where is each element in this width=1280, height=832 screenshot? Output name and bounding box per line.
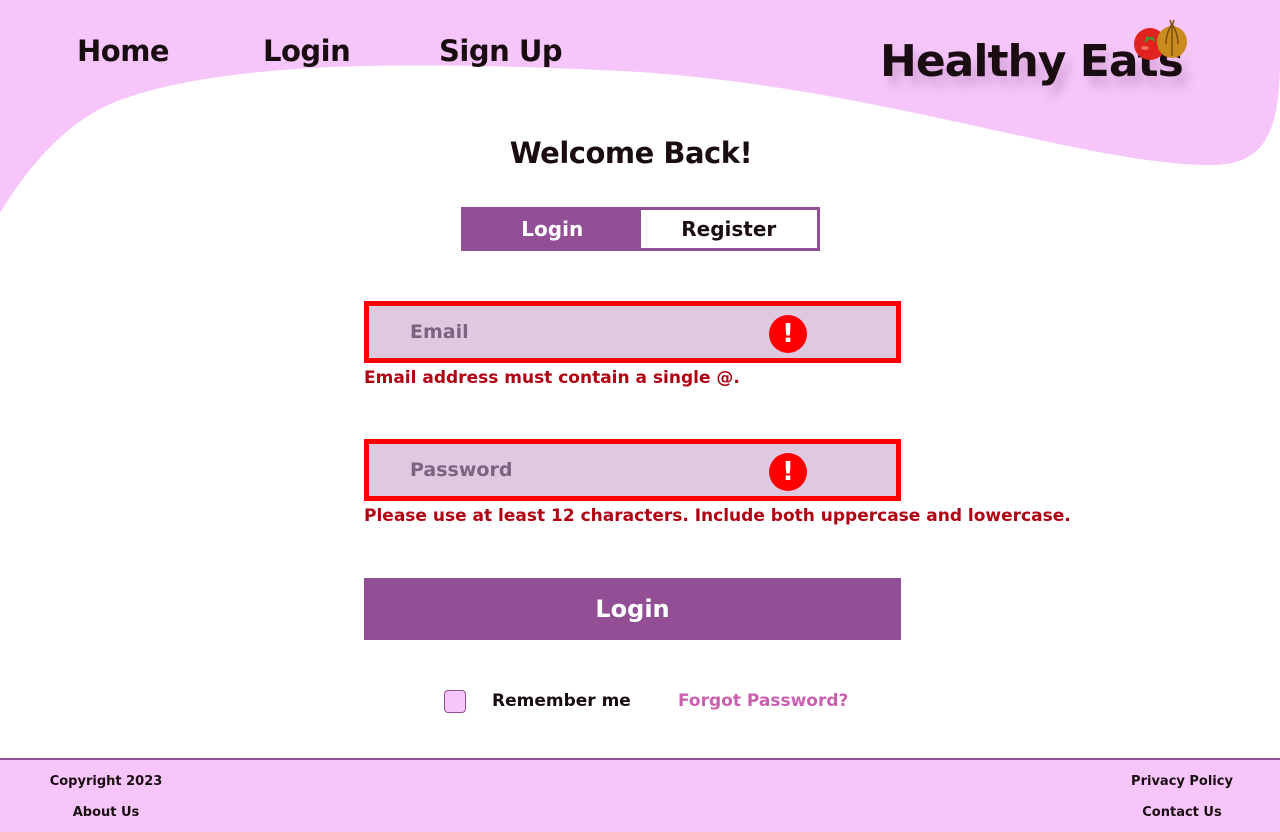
remember-me-label: Remember me bbox=[492, 691, 631, 711]
email-error-icon: ! bbox=[769, 315, 807, 353]
nav-login-link[interactable]: Login bbox=[263, 34, 351, 68]
login-submit-button[interactable]: Login bbox=[364, 578, 901, 640]
auth-tabs: Login Register bbox=[461, 207, 820, 251]
tab-register[interactable]: Register bbox=[640, 210, 817, 248]
nav-home-link[interactable]: Home bbox=[77, 34, 170, 68]
password-error-icon: ! bbox=[769, 453, 807, 491]
nav-signup-link[interactable]: Sign Up bbox=[439, 34, 563, 68]
remember-me-checkbox[interactable] bbox=[444, 690, 466, 713]
email-input[interactable] bbox=[369, 306, 896, 358]
footer-contact-link[interactable]: Contact Us bbox=[1142, 805, 1221, 820]
password-field: ! bbox=[364, 439, 901, 501]
email-field: ! bbox=[364, 301, 901, 363]
password-input[interactable] bbox=[369, 444, 896, 496]
email-error-message: Email address must contain a single @. bbox=[364, 368, 740, 388]
password-error-message: Please use at least 12 characters. Inclu… bbox=[364, 506, 1071, 526]
footer-copyright: Copyright 2023 bbox=[49, 774, 163, 789]
page-title: Welcome Back! bbox=[509, 136, 753, 171]
forgot-password-link[interactable]: Forgot Password? bbox=[678, 691, 848, 711]
footer-privacy-link[interactable]: Privacy Policy bbox=[1131, 774, 1233, 789]
brand-logo[interactable]: Healthy Eats bbox=[880, 19, 1200, 100]
vegetables-icon bbox=[1134, 19, 1187, 60]
footer: Copyright 2023 About Us Privacy Policy C… bbox=[0, 758, 1280, 832]
footer-about-link[interactable]: About Us bbox=[73, 805, 140, 820]
tab-login[interactable]: Login bbox=[464, 210, 641, 248]
page: Home Login Sign Up Healthy Eats Welcome … bbox=[0, 0, 1280, 832]
